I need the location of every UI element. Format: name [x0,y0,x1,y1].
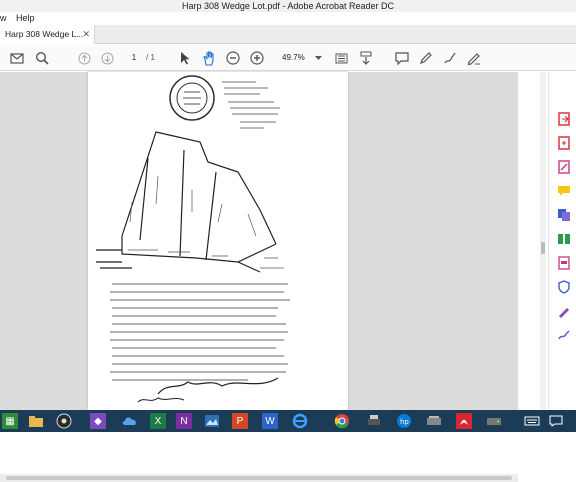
windows-taskbar: ▦ ◆ X N P W hp [0,410,576,432]
horizontal-scroll-thumb[interactable] [6,476,512,480]
tab-document[interactable]: Harp 308 Wedge L... ✕ [0,25,95,44]
page-number-input[interactable]: 1 [124,51,144,65]
page-total: / 1 [146,53,155,62]
create-pdf-icon[interactable] [557,136,571,150]
chrome-icon[interactable] [334,413,350,429]
survey-stamp-seal [169,75,215,121]
document-viewport[interactable] [0,72,518,482]
vertical-scrollbar[interactable] [540,72,546,410]
export-pdf-icon[interactable] [557,112,571,126]
scanner-icon[interactable] [426,413,442,429]
protect-icon[interactable] [557,280,571,294]
horizontal-scrollbar[interactable] [0,474,518,482]
photos-icon[interactable]: ◆ [90,413,106,429]
window-title: Harp 308 Wedge Lot.pdf - Adobe Acrobat R… [182,1,394,11]
email-icon[interactable] [9,50,25,66]
window-title-bar: Harp 308 Wedge Lot.pdf - Adobe Acrobat R… [0,0,576,12]
powerpoint-icon[interactable]: P [232,413,248,429]
drive-icon[interactable] [486,413,502,429]
highlight-pen-icon[interactable] [418,50,434,66]
keyboard-icon[interactable] [524,413,540,429]
store-icon[interactable]: ▦ [2,413,18,429]
hp-icon[interactable]: hp [396,413,412,429]
redact-icon[interactable] [557,256,571,270]
menu-view[interactable]: w [0,12,7,25]
pdf-page [88,72,348,410]
fill-sign-icon[interactable] [557,304,571,318]
svg-text:hp: hp [400,418,409,426]
excel-icon[interactable]: X [150,413,166,429]
draw-icon[interactable] [442,50,458,66]
next-page-icon[interactable] [100,50,114,66]
survey-lot-drawing [96,131,277,273]
combine-files-icon[interactable] [557,208,571,222]
zoom-out-icon[interactable] [225,50,241,66]
zoom-dropdown-icon[interactable] [314,50,322,66]
onedrive-icon[interactable] [122,413,138,429]
tab-document-label: Harp 308 Wedge L... [5,29,84,39]
vertical-scroll-thumb[interactable] [541,242,545,254]
select-cursor-icon[interactable] [178,50,192,66]
acrobat-reader-icon[interactable] [456,413,472,429]
photo-viewer-icon[interactable] [204,413,220,429]
search-icon[interactable] [34,50,50,66]
signature-line [157,377,279,395]
menu-help[interactable]: Help [16,12,35,25]
toolbar: 1 / 1 49.7% [0,45,576,71]
comment-icon[interactable] [394,50,410,66]
media-player-icon[interactable] [56,413,72,429]
organize-pages-icon[interactable] [557,232,571,246]
printer-icon[interactable] [366,413,382,429]
word-icon[interactable]: W [262,413,278,429]
sign-icon[interactable] [466,50,482,66]
file-explorer-icon[interactable] [28,413,44,429]
internet-explorer-icon[interactable] [292,413,308,429]
scroll-mode-icon[interactable] [358,50,374,66]
previous-page-icon[interactable] [77,50,91,66]
action-center-icon[interactable] [548,413,564,429]
tools-pane [548,72,576,410]
hand-tool-icon[interactable] [201,50,217,66]
zoom-in-icon[interactable] [249,50,265,66]
tab-bar: Harp 308 Wedge L... ✕ [0,25,576,44]
zoom-level[interactable]: 49.7% [276,51,314,65]
more-tools-icon[interactable] [557,328,571,342]
edit-pdf-icon[interactable] [557,160,571,174]
close-icon[interactable]: ✕ [82,25,90,44]
comment-tool-icon[interactable] [557,184,571,198]
fit-page-icon[interactable] [334,50,348,66]
menu-bar: w Help [0,12,576,25]
onenote-icon[interactable]: N [176,413,192,429]
